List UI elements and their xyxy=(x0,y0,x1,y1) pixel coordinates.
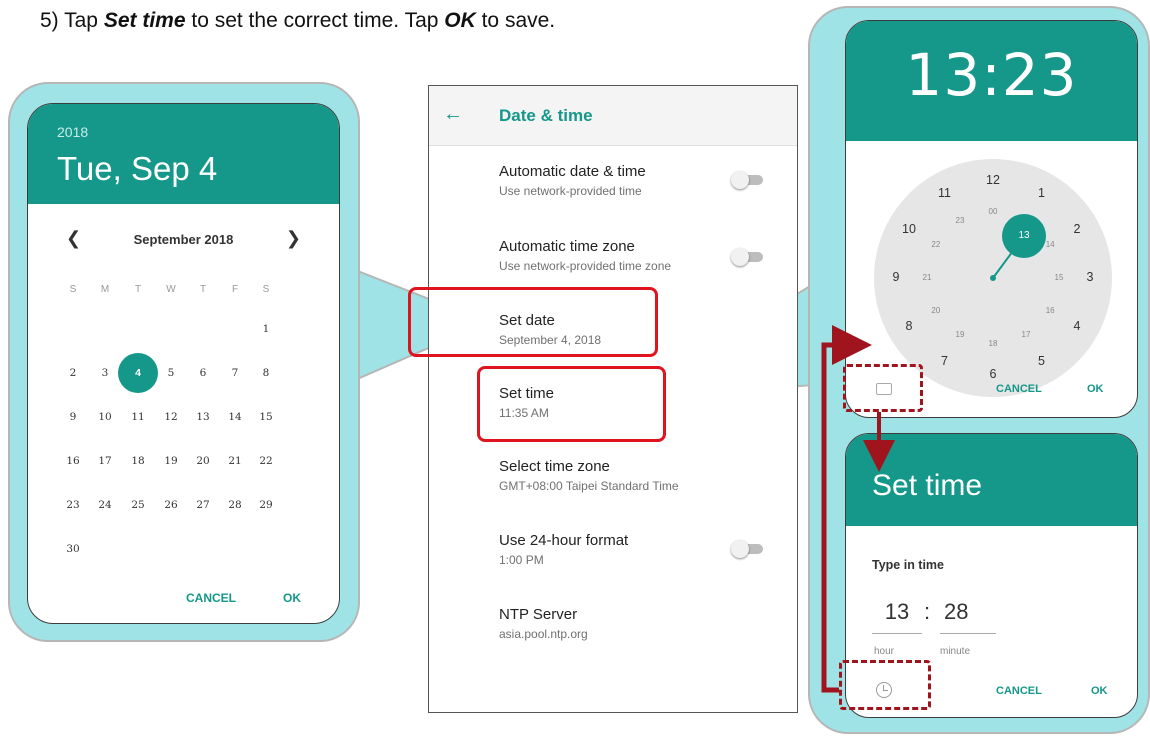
arrow-loop-icon xyxy=(821,325,872,693)
flow-arrows xyxy=(821,325,895,693)
